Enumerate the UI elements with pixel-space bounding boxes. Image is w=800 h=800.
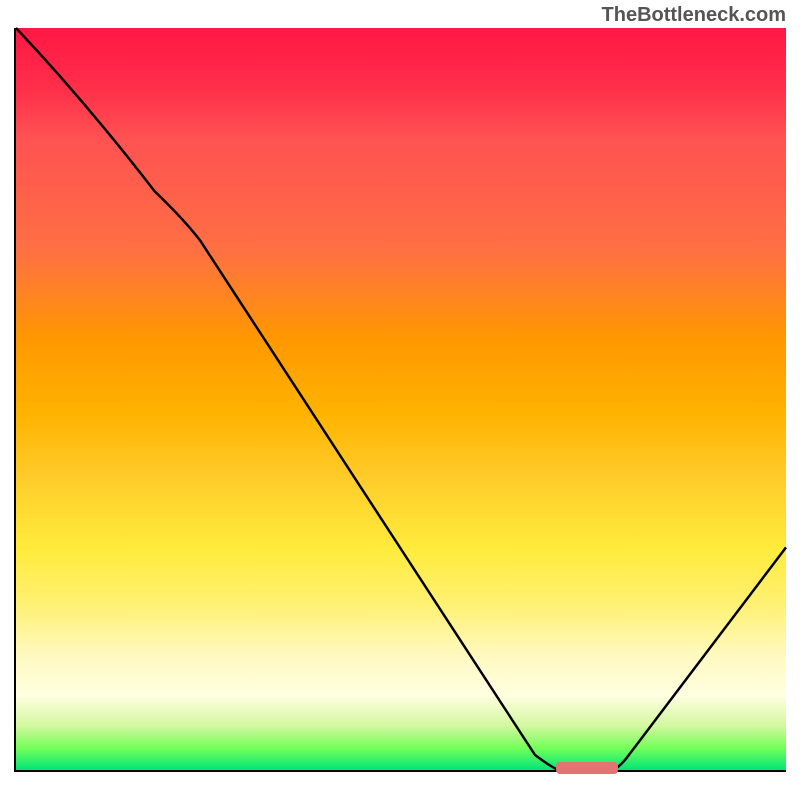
plot-area <box>14 28 786 772</box>
curve-path <box>16 28 786 770</box>
chart-svg <box>16 28 786 770</box>
watermark-label: TheBottleneck.com <box>602 4 786 27</box>
optimal-marker <box>556 762 618 774</box>
